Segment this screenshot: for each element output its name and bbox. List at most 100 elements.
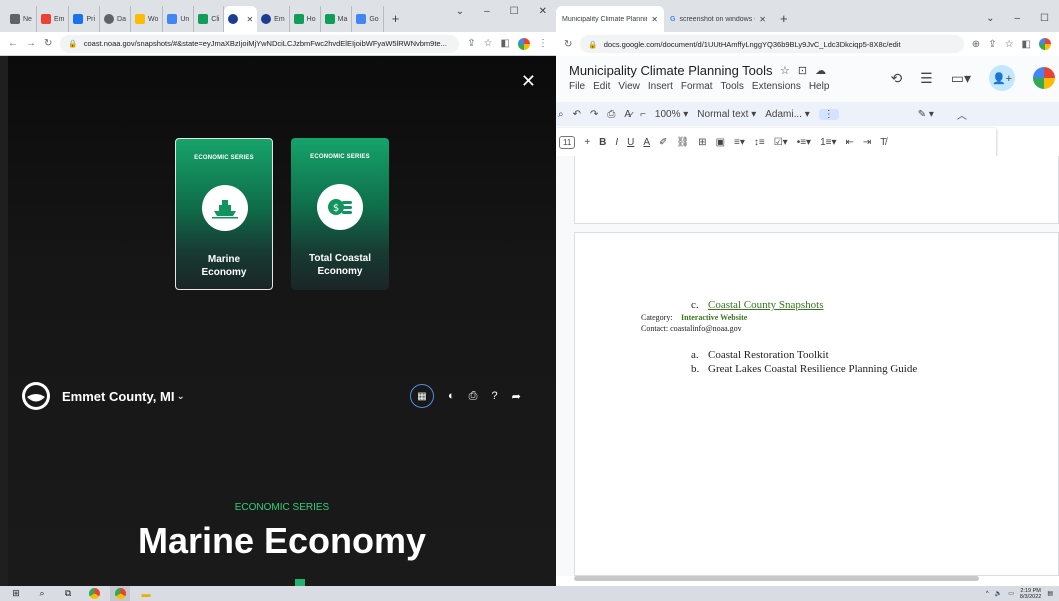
- link-icon[interactable]: ⛓: [676, 137, 689, 148]
- tab-close-icon[interactable]: ✕: [651, 15, 658, 24]
- profile-avatar[interactable]: [518, 37, 530, 50]
- editing-mode-icon[interactable]: ✎ ▾: [918, 109, 934, 120]
- tab-search-button[interactable]: ⌄: [986, 13, 994, 24]
- highlight-icon[interactable]: ✐: [659, 137, 667, 148]
- new-tab-button[interactable]: +: [384, 11, 408, 32]
- share-button[interactable]: 👤+: [989, 65, 1015, 91]
- forward-arrow-icon[interactable]: →: [26, 38, 36, 49]
- document-title[interactable]: Municipality Climate Planning Tools: [569, 63, 773, 78]
- back-arrow-icon[interactable]: ←: [8, 38, 18, 49]
- maximize-button[interactable]: ☐: [510, 6, 519, 17]
- reload-icon[interactable]: ↻: [44, 38, 52, 49]
- font-select[interactable]: Adami... ▾: [765, 109, 810, 120]
- style-select[interactable]: Normal text ▾: [697, 109, 756, 120]
- document-page[interactable]: [574, 156, 1059, 224]
- bullet-list-icon[interactable]: •≡▾: [797, 137, 811, 148]
- share-icon[interactable]: ⇪: [988, 39, 996, 50]
- clock[interactable]: 2:19 PM 8/3/2022: [1020, 588, 1041, 600]
- browser-tab[interactable]: G screenshot on windows - Googl ✕: [664, 6, 772, 32]
- checklist-icon[interactable]: ☑▾: [774, 137, 788, 148]
- more-options-icon[interactable]: ⋮: [818, 108, 839, 120]
- move-folder-icon[interactable]: ⊡: [798, 64, 807, 77]
- grid-icon[interactable]: ▦: [410, 384, 434, 408]
- font-size-field[interactable]: 11: [559, 135, 576, 149]
- browser-tab[interactable]: Pri: [69, 6, 101, 32]
- star-icon[interactable]: ☆: [780, 64, 790, 77]
- numbered-list-icon[interactable]: 1≡▾: [820, 137, 836, 148]
- close-icon[interactable]: ✕: [521, 72, 536, 90]
- comment-icon[interactable]: ⊞: [698, 137, 706, 148]
- browser-tab-active[interactable]: Municipality Climate Planning To ✕: [556, 6, 664, 32]
- sidepanel-icon[interactable]: ◧: [1022, 39, 1031, 50]
- zoom-icon[interactable]: ⊕: [972, 39, 980, 50]
- network-icon[interactable]: ▭: [1008, 590, 1014, 597]
- spellcheck-icon[interactable]: A̷: [624, 109, 631, 120]
- horizontal-scrollbar[interactable]: [574, 576, 979, 581]
- browser-tab[interactable]: Ne: [6, 6, 37, 32]
- contrast-icon[interactable]: ◐: [448, 390, 455, 402]
- browser-tab[interactable]: Cli: [194, 6, 225, 32]
- minimize-button[interactable]: –: [484, 6, 490, 17]
- menu-format[interactable]: Format: [681, 81, 713, 92]
- maximize-button[interactable]: ☐: [1040, 13, 1049, 24]
- chrome-icon[interactable]: [84, 586, 104, 601]
- browser-tab[interactable]: Ho: [290, 6, 321, 32]
- windows-start-icon[interactable]: ⊞: [6, 586, 26, 601]
- tray-overflow-icon[interactable]: ^: [986, 591, 989, 597]
- browser-tab[interactable]: Em: [37, 6, 70, 32]
- browser-tab[interactable]: Wo: [131, 6, 164, 32]
- account-avatar[interactable]: [1033, 67, 1055, 89]
- browser-tab[interactable]: Da: [100, 6, 131, 32]
- image-icon[interactable]: ▣: [716, 137, 725, 148]
- profile-avatar[interactable]: [1039, 38, 1051, 50]
- chrome-icon[interactable]: [110, 586, 130, 601]
- menu-tools[interactable]: Tools: [721, 81, 744, 92]
- task-view-icon[interactable]: ⧉: [58, 586, 78, 601]
- menu-insert[interactable]: Insert: [648, 81, 673, 92]
- underline-icon[interactable]: U: [627, 137, 634, 148]
- tab-close-icon[interactable]: ✕: [759, 15, 766, 24]
- increase-font-icon[interactable]: +: [584, 137, 590, 148]
- undo-icon[interactable]: ↶: [573, 109, 581, 120]
- line-spacing-icon[interactable]: ↕≡: [754, 137, 765, 148]
- url-bar[interactable]: 🔒 coast.noaa.gov/snapshots/#&state=eyJma…: [60, 34, 460, 53]
- browser-tab[interactable]: Ma: [321, 6, 353, 32]
- document-page[interactable]: c. Coastal County Snapshots Category: In…: [574, 232, 1059, 576]
- help-icon[interactable]: ?: [491, 390, 497, 402]
- menu-extensions[interactable]: Extensions: [752, 81, 801, 92]
- reload-icon[interactable]: ↻: [564, 39, 572, 50]
- browser-tab[interactable]: Un: [163, 6, 195, 32]
- share-arrow-icon[interactable]: ➦: [512, 390, 521, 403]
- comments-icon[interactable]: ☰: [920, 70, 933, 87]
- minimize-button[interactable]: –: [1014, 13, 1020, 24]
- share-icon[interactable]: ⇪: [467, 38, 475, 49]
- italic-icon[interactable]: I: [615, 137, 618, 148]
- coastal-county-snapshots-link[interactable]: Coastal County Snapshots: [708, 299, 824, 311]
- browser-tab[interactable]: Em: [257, 6, 290, 32]
- clear-formatting-icon[interactable]: T̸: [880, 137, 886, 148]
- url-bar[interactable]: 🔒 docs.google.com/document/d/1UUtHAmffyL…: [580, 35, 964, 53]
- marine-economy-card[interactable]: ECONOMIC SERIES Marine Economy: [175, 138, 273, 290]
- search-icon[interactable]: ⌕: [558, 109, 564, 120]
- scroll-indicator[interactable]: [295, 579, 305, 586]
- menu-view[interactable]: View: [618, 81, 640, 92]
- county-selector[interactable]: Emmet County, MI ⌄: [22, 382, 185, 410]
- new-tab-button[interactable]: +: [772, 11, 796, 32]
- menu-kebab-icon[interactable]: ⋮: [538, 38, 548, 49]
- menu-help[interactable]: Help: [809, 81, 830, 92]
- print-icon[interactable]: ⎙: [469, 390, 478, 403]
- menu-file[interactable]: File: [569, 81, 585, 92]
- text-color-icon[interactable]: A: [643, 137, 650, 148]
- tab-search-button[interactable]: ⌄: [456, 6, 464, 17]
- close-window-button[interactable]: ✕: [539, 6, 547, 17]
- search-icon[interactable]: ⌕: [32, 586, 52, 601]
- redo-icon[interactable]: ↷: [590, 109, 598, 120]
- bold-icon[interactable]: B: [599, 137, 606, 148]
- decrease-indent-icon[interactable]: ⇤: [845, 137, 853, 148]
- volume-icon[interactable]: 🔈: [995, 590, 1002, 597]
- collapse-icon[interactable]: ︿: [957, 107, 967, 122]
- sidepanel-icon[interactable]: ◧: [501, 38, 510, 49]
- print-icon[interactable]: ⎙: [607, 109, 615, 120]
- version-history-icon[interactable]: ⟲: [890, 70, 902, 87]
- meet-video-icon[interactable]: ▭▾: [951, 70, 971, 87]
